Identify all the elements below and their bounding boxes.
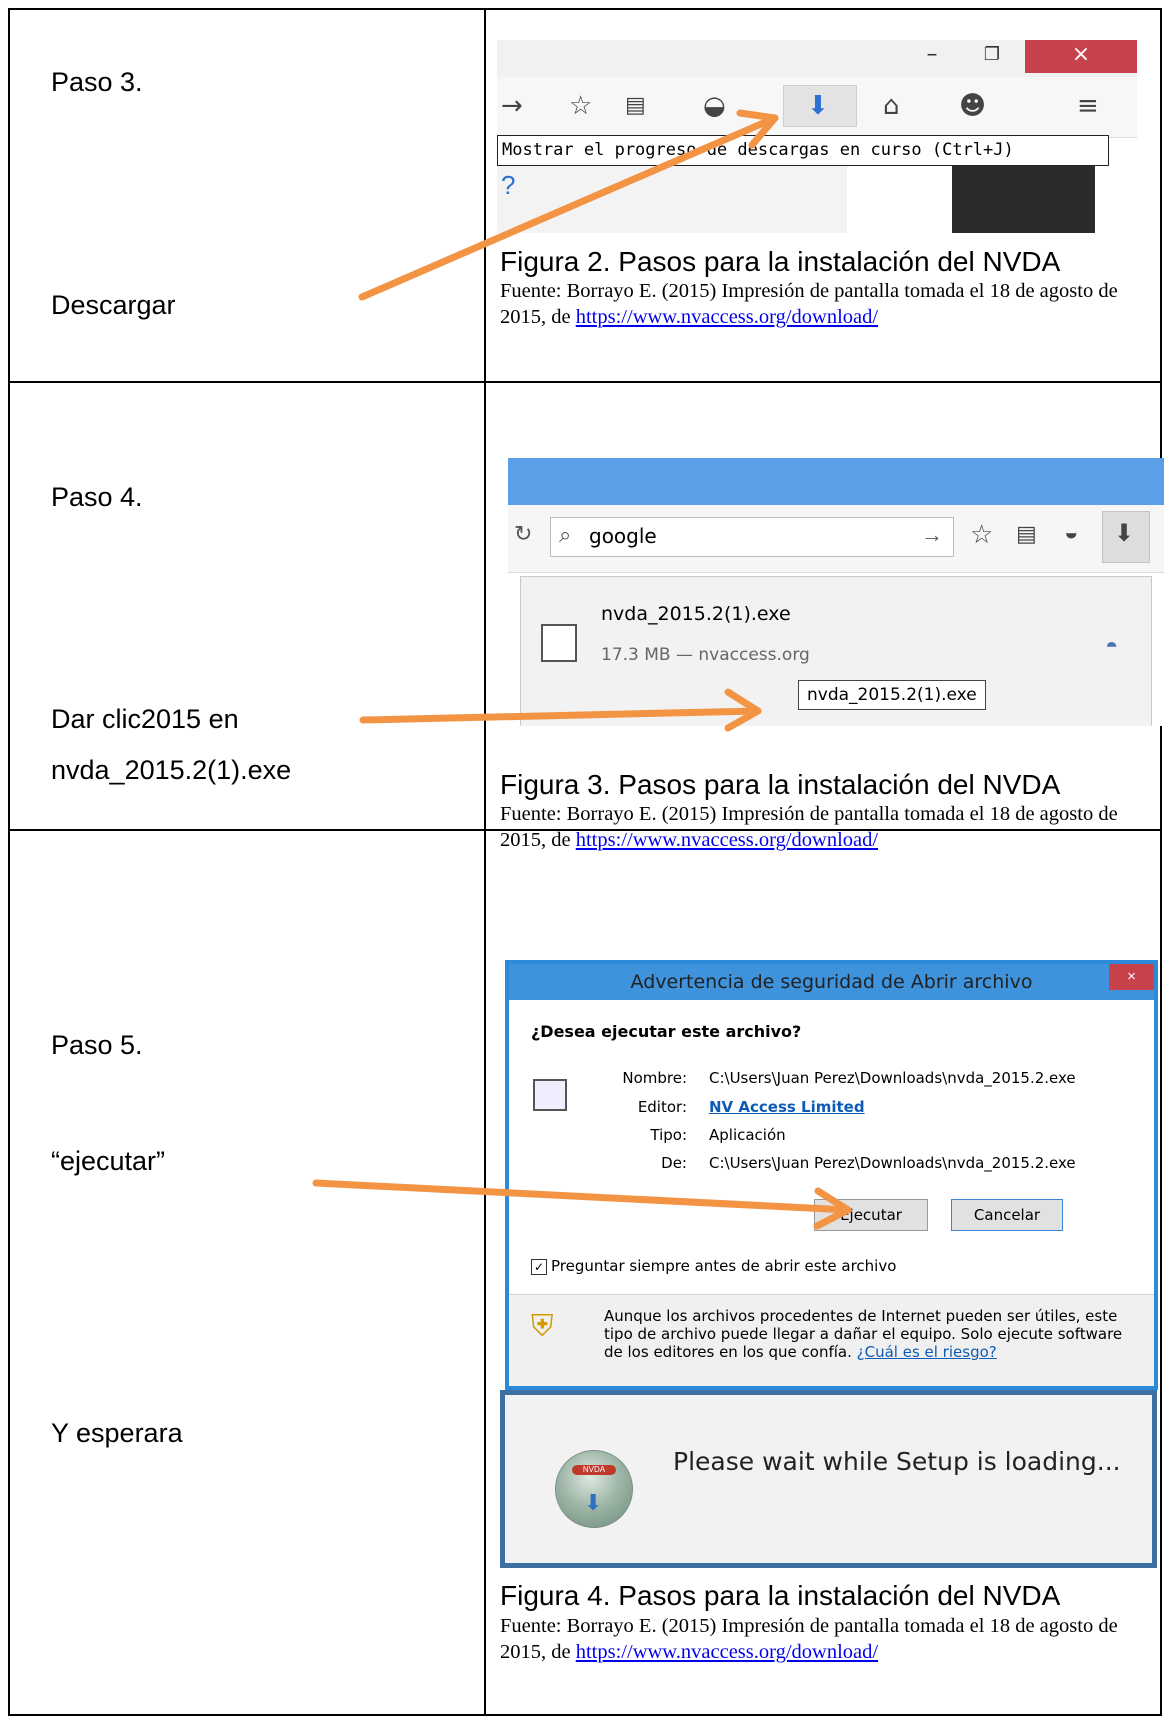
browser-toolbar: → ☆ ▤ ◒ ⬇ ⌂ ☻ ≡	[497, 77, 1137, 138]
row-divider-1	[8, 381, 1162, 383]
step3-action: Descargar	[51, 290, 176, 320]
screenshot-setup-loading: NVDA ⬇ Please wait while Setup is loadin…	[500, 1390, 1157, 1568]
column-divider	[484, 8, 486, 1716]
step4-label: Paso 4.	[51, 482, 143, 512]
download-tooltip: Mostrar el progreso de descargas en curs…	[497, 135, 1109, 166]
run-button: Ejecutar	[814, 1199, 928, 1231]
browser-toolbar: ↻ ⌕ google → ☆ ▤ ◒ ⬇	[508, 505, 1164, 573]
page-area-left	[497, 166, 847, 233]
figure3-title: Figura 3. Pasos para la instalación del …	[500, 769, 1061, 800]
type-label: Tipo:	[650, 1126, 687, 1144]
reload-icon: ↻	[514, 521, 533, 546]
figure2-title: Figura 2. Pasos para la instalación del …	[500, 246, 1061, 277]
search-bar: ⌕ google →	[550, 517, 954, 557]
figure4-title: Figura 4. Pasos para la instalación del …	[500, 1580, 1061, 1611]
step4-action-line2: nvda_2015.2(1).exe	[51, 755, 292, 785]
minimize-icon: –	[926, 42, 938, 67]
restore-icon: ❐	[983, 44, 1001, 65]
figure2-source: Fuente: Borrayo E. (2015) Impresión de p…	[500, 278, 1160, 330]
figure4-link[interactable]: https://www.nvaccess.org/download/	[576, 1641, 878, 1663]
from-value: C:\Users\Juan Perez\Downloads\nvda_2015.…	[709, 1154, 1076, 1172]
chat-icon: ☻	[959, 91, 987, 121]
download-arrow-icon: ⬇	[1114, 520, 1135, 547]
step5-label: Paso 5.	[51, 1030, 143, 1060]
type-value: Aplicación	[709, 1126, 786, 1144]
go-arrow-icon: →	[921, 522, 943, 547]
figure2-link[interactable]: https://www.nvaccess.org/download/	[576, 306, 878, 328]
logo-tag: NVDA	[572, 1465, 616, 1475]
pocket-icon: ◒	[703, 91, 726, 121]
step3-label: Paso 3.	[51, 67, 143, 97]
search-text: google	[589, 524, 657, 548]
dialog-title: Advertencia de seguridad de Abrir archiv…	[509, 964, 1154, 1000]
figure3-source: Fuente: Borrayo E. (2015) Impresión de p…	[500, 801, 1160, 853]
go-arrow-icon: →	[501, 91, 523, 121]
nvda-logo-icon: NVDA ⬇	[555, 1450, 633, 1528]
exe-file-icon	[541, 624, 577, 662]
search-icon: ⌕	[559, 522, 572, 547]
question-mark: ?	[501, 170, 516, 200]
screenshot-security-dialog: Advertencia de seguridad de Abrir archiv…	[505, 960, 1158, 1390]
window-frame	[508, 458, 1164, 505]
download-file-name: nvda_2015.2(1).exe	[601, 603, 791, 625]
pocket-icon: ◒	[1064, 519, 1079, 546]
reading-list-icon: ▤	[625, 93, 646, 118]
download-file-meta: 17.3 MB — nvaccess.org	[601, 645, 810, 665]
checkbox-label: Preguntar siempre antes de abrir este ar…	[551, 1257, 897, 1275]
page-area-middle	[847, 166, 952, 233]
cancel-button: Cancelar	[951, 1199, 1063, 1231]
publisher-label: Editor:	[637, 1098, 687, 1116]
step5-action-line1: “ejecutar”	[51, 1146, 166, 1176]
file-tooltip: nvda_2015.2(1).exe	[798, 680, 986, 710]
window-titlebar: – ❐ ×	[497, 40, 1137, 77]
logo-arrow-icon: ⬇	[584, 1491, 603, 1516]
menu-icon: ≡	[1077, 91, 1099, 121]
risk-link: ¿Cuál es el riesgo?	[856, 1343, 997, 1361]
loading-message: Please wait while Setup is loading...	[673, 1447, 1121, 1476]
download-arrow-icon: ⬇	[807, 91, 829, 121]
warning-area: ⛨ Aunque los archivos procedentes de Int…	[509, 1294, 1154, 1386]
close-icon: ×	[1025, 40, 1137, 73]
publisher-value: NV Access Limited	[709, 1098, 865, 1116]
figure4-source: Fuente: Borrayo E. (2015) Impresión de p…	[500, 1613, 1160, 1665]
screenshot-download-panel: ↻ ⌕ google → ☆ ▤ ◒ ⬇ nvda_2015.2(1).exe …	[508, 458, 1164, 726]
checkbox-check-icon: ✓	[531, 1259, 547, 1275]
warning-text: Aunque los archivos procedentes de Inter…	[604, 1307, 1134, 1361]
screenshot-download-toolbar: – ❐ × → ☆ ▤ ◒ ⬇ ⌂ ☻ ≡ ? Mostrar el progr…	[497, 40, 1137, 233]
star-icon: ☆	[970, 519, 994, 549]
figure3-link[interactable]: https://www.nvaccess.org/download/	[576, 829, 878, 851]
dialog-question: ¿Desea ejecutar este archivo?	[531, 1022, 802, 1041]
reading-list-icon: ▤	[1016, 521, 1037, 546]
name-label: Nombre:	[622, 1069, 687, 1087]
folder-icon: ◓	[1105, 633, 1119, 658]
shield-warning-icon: ⛨	[531, 1309, 554, 1344]
name-value: C:\Users\Juan Perez\Downloads\nvda_2015.…	[709, 1069, 1076, 1087]
from-label: De:	[661, 1154, 687, 1172]
page-area-dark	[952, 166, 1095, 233]
step4-action-line1: Dar clic2015 en	[51, 704, 239, 734]
star-icon: ☆	[569, 91, 593, 121]
home-icon: ⌂	[883, 91, 900, 121]
step5-action-line2: Y esperara	[51, 1418, 183, 1448]
dialog-close-icon: ×	[1109, 964, 1154, 990]
always-ask-checkbox: ✓ Preguntar siempre antes de abrir este a…	[531, 1257, 896, 1275]
